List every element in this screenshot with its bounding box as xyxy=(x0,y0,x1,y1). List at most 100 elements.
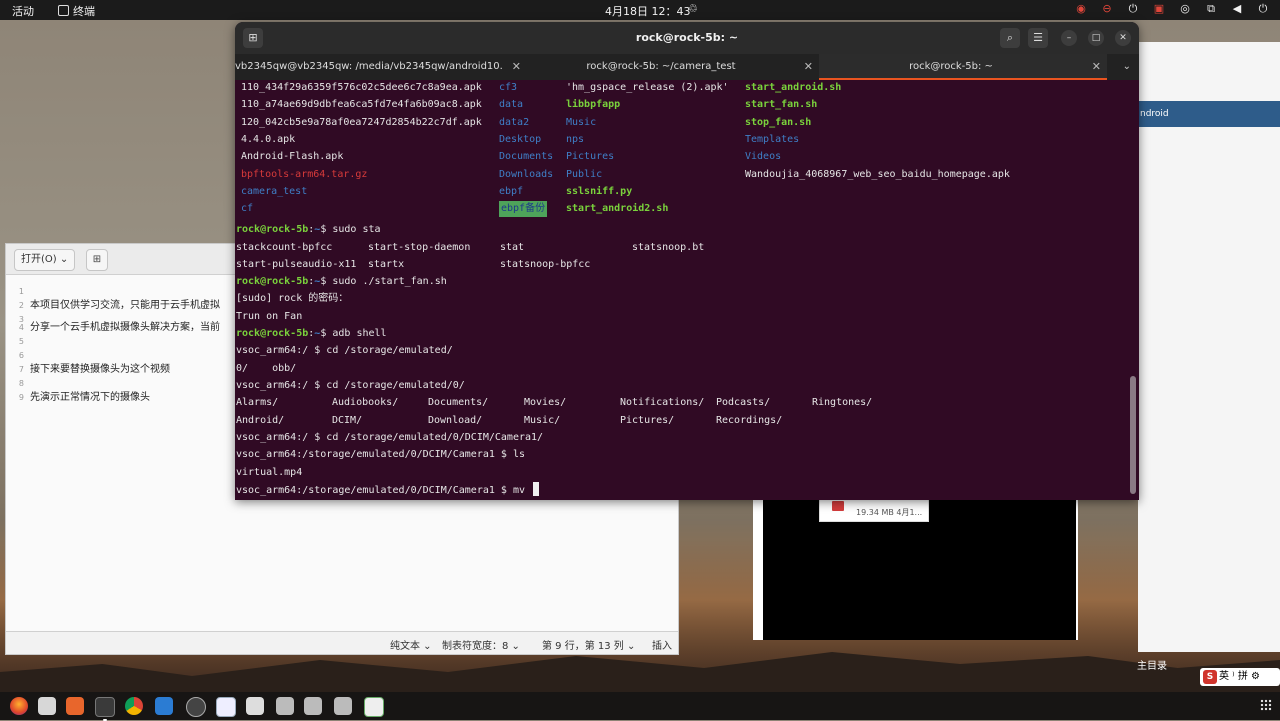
ls-entry: ebpf xyxy=(499,186,524,197)
ls-entry: data2 xyxy=(499,117,530,128)
dir-entry: DCIM/ xyxy=(332,415,363,426)
recycle-icon[interactable]: ♲ xyxy=(688,2,698,15)
current-command-line[interactable]: vsoc_arm64:/storage/emulated/0/DCIM/Came… xyxy=(236,482,540,498)
trash-icon[interactable] xyxy=(364,697,384,717)
ime-status[interactable]: 英 ⁾ 拼 ⚙ xyxy=(1219,671,1260,682)
output-line: vsoc_arm64:/storage/emulated/0/DCIM/Came… xyxy=(236,449,525,460)
minimize-icon[interactable]: – xyxy=(1061,30,1077,46)
terminal-window[interactable]: ⊞ rock@rock-5b: ~ ⌕ ☰ – □ ✕ vb2345qw@vb2… xyxy=(235,22,1139,500)
power-menu-icon[interactable]: ⏻ xyxy=(1256,2,1270,16)
tabs-dropdown-icon[interactable]: ⌄ xyxy=(1123,54,1131,80)
volume-icon[interactable]: ◀ xyxy=(1230,2,1244,16)
clock[interactable]: 4月18日 12：43 xyxy=(605,3,691,19)
search-icon[interactable]: ⌕ xyxy=(1000,28,1020,48)
sogou-logo-icon: S xyxy=(1203,670,1217,684)
android-window[interactable]: ndroid xyxy=(1138,42,1280,652)
app-menu[interactable]: 终端 xyxy=(58,3,95,19)
input-method-bar[interactable]: S英 ⁾ 拼 ⚙ xyxy=(1200,668,1280,686)
disk-icon[interactable] xyxy=(276,697,294,715)
terminal-tabs: vb2345qw@vb2345qw: /media/vb2345qw/andro… xyxy=(235,54,1139,80)
text-cursor xyxy=(533,482,540,496)
vscode-icon[interactable] xyxy=(186,697,206,717)
ls-entry: 4.4.0.apk xyxy=(241,134,296,145)
completion-item: start-pulseaudio-x11 xyxy=(236,259,357,270)
top-bar: 活动 终端 4月18日 12：43 ♲ ◉ ⊖ ⏻ ▣ ◎ ⧉ ◀ ⏻ xyxy=(0,0,1280,20)
prompt-line: rock@rock-5b:~$ sudo ./start_fan.sh xyxy=(236,276,447,287)
app-name: 终端 xyxy=(73,5,95,18)
android-window-bar: ndroid xyxy=(1138,101,1280,127)
format-selector[interactable]: 纯文本 ⌄ xyxy=(390,637,432,652)
video-file-icon xyxy=(832,501,844,511)
dir-entry: Podcasts/ xyxy=(716,397,771,408)
home-folder-label[interactable]: 主目录 xyxy=(1137,657,1167,672)
ls-entry: 110_a74ae69d9dbfea6ca5fd7e4fa6b09ac8.apk xyxy=(241,99,482,110)
hamburger-menu-icon[interactable]: ☰ xyxy=(1028,28,1048,48)
minus-circle-icon[interactable]: ⊖ xyxy=(1100,2,1114,16)
tab-home[interactable]: rock@rock-5b: ~ ✕ xyxy=(819,54,1107,80)
dir-entry: Notifications/ xyxy=(620,397,705,408)
app-icon-2[interactable] xyxy=(246,697,264,715)
disk-icon-2[interactable] xyxy=(304,697,322,715)
dir-entry: Documents/ xyxy=(428,397,489,408)
app-icon[interactable] xyxy=(155,697,173,715)
insert-mode[interactable]: 插入 xyxy=(652,637,672,652)
ls-entry: Wandoujia_4068967_web_seo_baidu_homepage… xyxy=(745,169,1010,180)
ls-entry: Pictures xyxy=(566,151,615,162)
dock xyxy=(0,692,1280,721)
cursor-position[interactable]: 第 9 行，第 13 列 ⌄ xyxy=(542,637,635,652)
system-tray: ◉ ⊖ ⏻ ▣ ◎ ⧉ ◀ ⏻ xyxy=(1074,2,1270,16)
files-icon[interactable] xyxy=(38,697,56,715)
disk-icon-3[interactable] xyxy=(334,697,352,715)
terminal-titlebar[interactable]: ⊞ rock@rock-5b: ~ ⌕ ☰ – □ ✕ xyxy=(235,22,1139,54)
completion-item: statsnoop-bpfcc xyxy=(500,259,591,270)
new-document-icon[interactable]: ⊞ xyxy=(86,249,108,271)
show-apps-icon[interactable] xyxy=(1260,699,1272,711)
dir-entry: Download/ xyxy=(428,415,483,426)
ls-entry: libbpfapp xyxy=(566,99,621,110)
ls-entry: sslsniff.py xyxy=(566,186,633,197)
ls-entry: 'hm_gspace_release (2).apk' xyxy=(566,82,729,93)
editor-line: 4 分享一个云手机虚拟摄像头解决方案，当前 xyxy=(18,322,220,333)
file-size: 19.34 MB 4月1... xyxy=(856,508,923,517)
dir-entry: Android/ xyxy=(236,415,285,426)
output-line: Trun on Fan xyxy=(236,311,303,322)
ls-entry: start_fan.sh xyxy=(745,99,818,110)
chrome-icon[interactable] xyxy=(125,697,143,715)
completion-item: statsnoop.bt xyxy=(632,242,705,253)
output-line: virtual.mp4 xyxy=(236,467,303,478)
maximize-icon[interactable]: □ xyxy=(1088,30,1104,46)
tab-close-icon[interactable]: ✕ xyxy=(804,54,813,80)
ls-entry: Documents xyxy=(499,151,554,162)
dir-entry: Audiobooks/ xyxy=(332,397,399,408)
activities-button[interactable]: 活动 xyxy=(12,3,34,19)
editor-line: 5 xyxy=(18,337,24,346)
ls-entry: Public xyxy=(566,169,603,180)
tab-camera-test[interactable]: rock@rock-5b: ~/camera_test ✕ xyxy=(527,54,819,80)
terminal-scrollbar[interactable] xyxy=(1130,376,1136,494)
ls-entry: Videos xyxy=(745,151,782,162)
ls-entry: 120_042cb5e9a78af0ea7247d2854b22c7df.apk xyxy=(241,117,482,128)
open-button[interactable]: 打开(O) ⌄ xyxy=(14,249,76,271)
output-line: vsoc_arm64:/ $ cd /storage/emulated/0/ xyxy=(236,380,465,391)
close-icon[interactable]: ✕ xyxy=(1115,30,1131,46)
app-tray-icon[interactable]: ▣ xyxy=(1152,2,1166,16)
power-icon[interactable]: ⏻ xyxy=(1126,2,1140,16)
ls-entry: cf3 xyxy=(499,82,518,93)
tab-close-icon[interactable]: ✕ xyxy=(1092,54,1101,80)
ls-entry: Downloads xyxy=(499,169,554,180)
software-center-icon[interactable] xyxy=(66,697,84,715)
network-icon[interactable]: ⧉ xyxy=(1204,2,1218,16)
dir-entry: Ringtones/ xyxy=(812,397,873,408)
wechat-icon[interactable]: ◎ xyxy=(1178,2,1192,16)
text-editor-icon[interactable] xyxy=(216,697,236,717)
terminal-output[interactable]: 110_434f29a6359f576c02c5dee6c7c8a9ea.apk… xyxy=(235,80,1139,500)
tab-width-selector[interactable]: 制表符宽度：8 ⌄ xyxy=(442,637,520,652)
file-card[interactable]: 19.34 MB 4月1... xyxy=(819,498,929,522)
ls-entry: stop_fan.sh xyxy=(745,117,812,128)
tab-media[interactable]: vb2345qw@vb2345qw: /media/vb2345qw/andro… xyxy=(235,54,527,80)
terminal-icon[interactable] xyxy=(95,697,115,721)
record-icon[interactable]: ◉ xyxy=(1074,2,1088,16)
firefox-icon[interactable] xyxy=(10,697,28,715)
tab-close-icon[interactable]: ✕ xyxy=(512,54,521,80)
ls-entry: cf xyxy=(241,203,254,214)
